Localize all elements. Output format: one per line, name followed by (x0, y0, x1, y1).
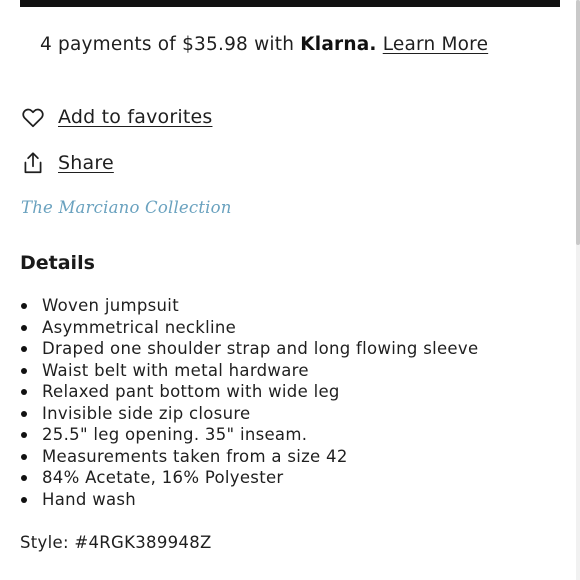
payment-text: 4 payments of $35.98 with (40, 34, 295, 55)
share-button[interactable]: Share (20, 150, 114, 176)
detail-item: Draped one shoulder strap and long flowi… (20, 338, 478, 360)
detail-item: 25.5" leg opening. 35" inseam. (20, 424, 478, 446)
details-heading: Details (20, 252, 95, 274)
add-to-favorites-label: Add to favorites (58, 106, 213, 128)
details-list: Woven jumpsuit Asymmetrical neckline Dra… (20, 295, 478, 510)
detail-item: Invisible side zip closure (20, 403, 478, 425)
share-label: Share (58, 152, 114, 174)
detail-item: Relaxed pant bottom with wide leg (20, 381, 478, 403)
detail-item: Hand wash (20, 489, 478, 511)
learn-more-link[interactable]: Learn More (383, 34, 488, 55)
klarna-logo: Klarna. (300, 34, 377, 55)
detail-item: Waist belt with metal hardware (20, 360, 478, 382)
style-number: Style: #4RGK389948Z (20, 533, 212, 552)
detail-item: 84% Acetate, 16% Polyester (20, 467, 478, 489)
top-bar (20, 0, 560, 7)
detail-item: Woven jumpsuit (20, 295, 478, 317)
heart-icon (22, 108, 44, 128)
detail-item: Measurements taken from a size 42 (20, 446, 478, 468)
share-icon (24, 152, 42, 174)
collection-link[interactable]: The Marciano Collection (21, 198, 232, 217)
add-to-favorites-button[interactable]: Add to favorites (20, 104, 212, 130)
klarna-payment-info: 4 payments of $35.98 with Klarna. Learn … (40, 34, 488, 55)
scrollbar-thumb[interactable] (576, 0, 580, 245)
detail-item: Asymmetrical neckline (20, 317, 478, 339)
